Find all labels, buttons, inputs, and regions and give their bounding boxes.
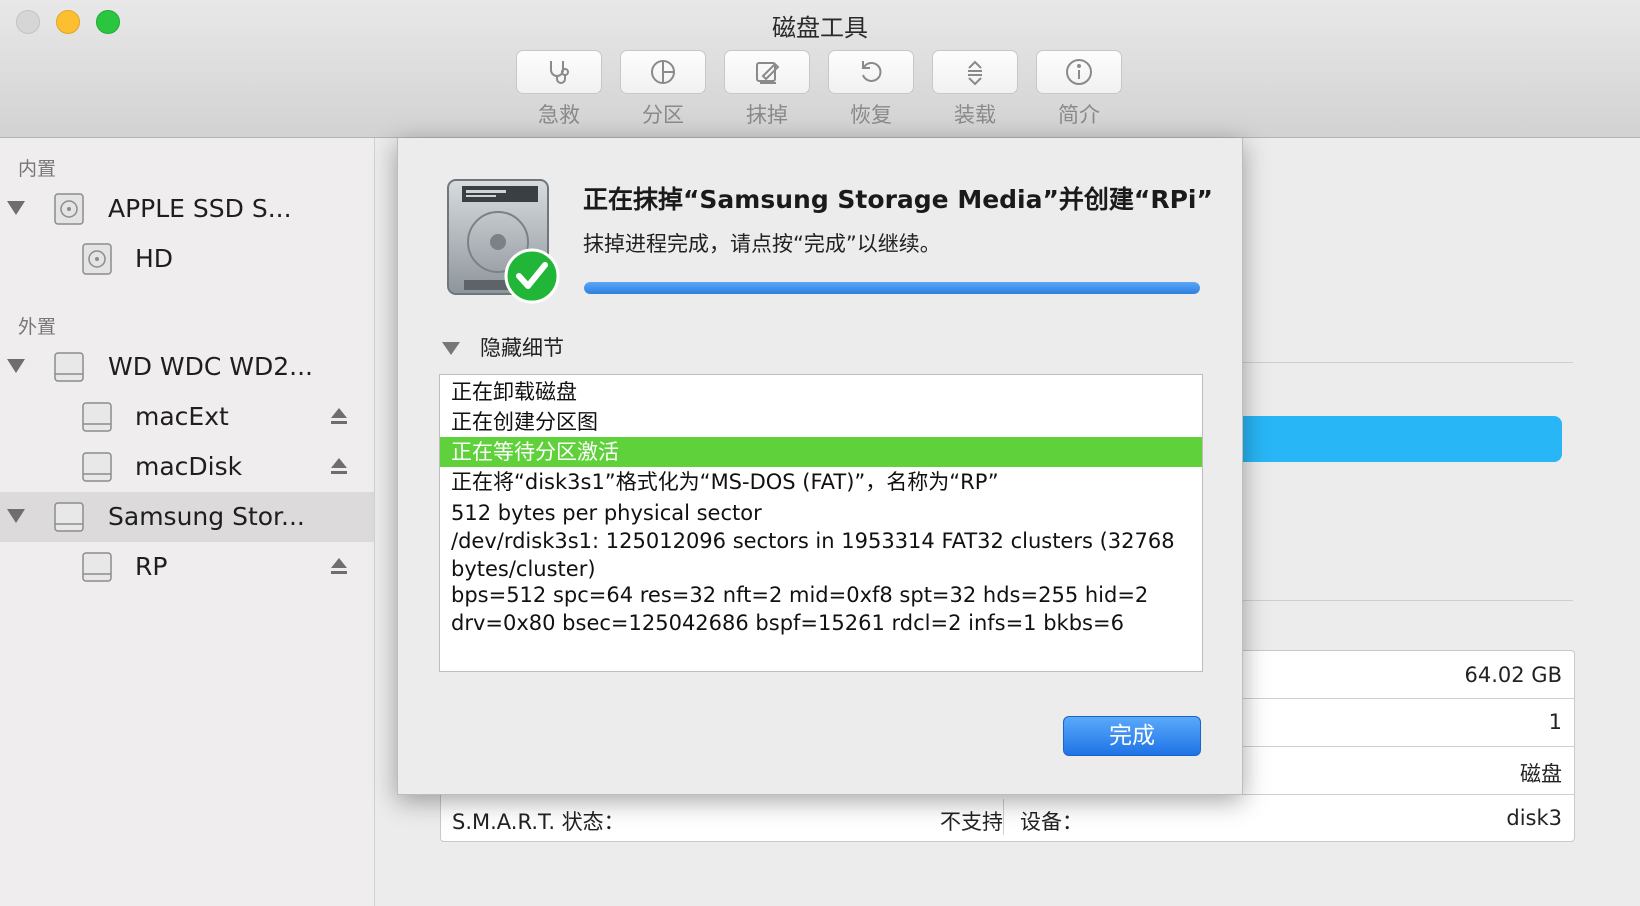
dialog-message: 抹掉进程完成，请点按“完成”以继续。: [583, 232, 941, 256]
divider: [1003, 799, 1004, 835]
window-title: 磁盘工具: [772, 14, 868, 42]
details-log[interactable]: 正在卸载磁盘 正在创建分区图 正在等待分区激活 正在将“disk3s1”格式化为…: [439, 374, 1203, 672]
external-disk-icon: [54, 352, 84, 382]
external-section-header: 外置: [18, 316, 57, 338]
sidebar-item-label: macDisk: [135, 452, 243, 481]
smart-status-label: S.M.A.R.T. 状态：: [452, 810, 625, 834]
internal-volume-icon: [82, 243, 112, 275]
capacity-usage-bar: [1196, 416, 1562, 462]
sidebar-item-label: macExt: [135, 402, 229, 431]
progress-fill: [584, 282, 1200, 294]
erase-progress-bar: [584, 282, 1200, 294]
sidebar-item-label: Samsung Stor...: [108, 502, 305, 531]
external-volume-icon: [82, 452, 112, 482]
log-line: /dev/rdisk3s1: 125012096 sectors in 1953…: [451, 529, 1175, 581]
eject-icon[interactable]: [330, 406, 348, 426]
sidebar-item-apple-ssd[interactable]: APPLE SSD S...: [0, 184, 374, 234]
sidebar-item-hd[interactable]: HD: [0, 234, 374, 284]
erase-icon: [756, 62, 780, 84]
sidebar-item-label: APPLE SSD S...: [108, 194, 292, 223]
sidebar: 内置 APPLE SSD S... HD 外置 WD WDC WD2... ma…: [0, 138, 375, 906]
child-count-value: 1: [1548, 710, 1562, 734]
mount-button[interactable]: 装载: [932, 50, 1018, 129]
divider: [1241, 362, 1573, 363]
divider: [1241, 698, 1574, 699]
info-button[interactable]: 简介: [1036, 50, 1122, 129]
done-button[interactable]: 完成: [1063, 716, 1201, 756]
info-label: 简介: [1058, 103, 1100, 127]
sidebar-item-macext[interactable]: macExt: [0, 392, 374, 442]
first-aid-button[interactable]: 急救: [516, 50, 602, 129]
disclosure-triangle-icon[interactable]: [7, 509, 25, 523]
divider: [1241, 746, 1574, 747]
restore-button[interactable]: 恢复: [828, 50, 914, 129]
log-line-highlighted: 正在等待分区激活: [440, 437, 1202, 467]
external-volume-icon: [82, 552, 112, 582]
disclosure-triangle-icon[interactable]: [7, 201, 25, 215]
dialog-title: 正在抹掉“Samsung Storage Media”并创建“RPi”: [583, 185, 1213, 214]
device-label: 设备：: [1020, 810, 1083, 834]
sidebar-item-rp[interactable]: RP: [0, 542, 374, 592]
info-icon: [1066, 59, 1092, 85]
external-volume-icon: [82, 402, 112, 432]
internal-disk-icon: [54, 193, 84, 225]
smart-status-value: 不支持: [940, 810, 1003, 834]
sidebar-item-macdisk[interactable]: macDisk: [0, 442, 374, 492]
hide-details-label: 隐藏细节: [480, 336, 564, 360]
erase-button[interactable]: 抹掉: [724, 50, 810, 129]
erase-label: 抹掉: [746, 103, 788, 127]
restore-icon: [862, 61, 882, 82]
capacity-value: 64.02 GB: [1464, 663, 1562, 687]
eject-icon[interactable]: [330, 556, 348, 576]
hard-disk-checkmark-icon: [447, 179, 560, 304]
eject-icon[interactable]: [330, 456, 348, 476]
first-aid-label: 急救: [538, 103, 580, 127]
sidebar-item-label: RP: [135, 552, 168, 581]
log-line: 正在卸载磁盘: [451, 380, 577, 404]
sidebar-item-label: HD: [135, 244, 174, 273]
log-line: 正在创建分区图: [451, 410, 598, 434]
pie-chart-icon: [651, 60, 675, 84]
erase-progress-sheet: 正在抹掉“Samsung Storage Media”并创建“RPi” 抹掉进程…: [397, 138, 1243, 795]
device-value: disk3: [1506, 806, 1562, 830]
sidebar-item-label: WD WDC WD2...: [108, 352, 314, 381]
titlebar: 磁盘工具 急救 分区 抹掉 恢复 装载 简介: [0, 0, 1640, 138]
log-line: 正在将“disk3s1”格式化为“MS-DOS (FAT)”，名称为“RP”: [451, 470, 999, 494]
type-value: 磁盘: [1520, 762, 1562, 786]
sidebar-item-samsung[interactable]: Samsung Stor...: [0, 492, 374, 542]
log-line: 512 bytes per physical sector: [451, 501, 762, 525]
stethoscope-icon: [550, 61, 569, 84]
sidebar-item-wd-disk[interactable]: WD WDC WD2...: [0, 342, 374, 392]
mount-icon: [968, 60, 982, 86]
external-disk-icon: [54, 502, 84, 532]
internal-section-header: 内置: [18, 158, 57, 180]
restore-label: 恢复: [850, 103, 892, 127]
disclosure-triangle-icon[interactable]: [442, 342, 460, 355]
partition-label: 分区: [642, 103, 684, 127]
log-line: bps=512 spc=64 res=32 nft=2 mid=0xf8 spt…: [451, 583, 1149, 635]
partition-button[interactable]: 分区: [620, 50, 706, 129]
disclosure-triangle-icon[interactable]: [7, 359, 25, 373]
divider: [1241, 600, 1573, 601]
mount-label: 装载: [954, 103, 996, 127]
